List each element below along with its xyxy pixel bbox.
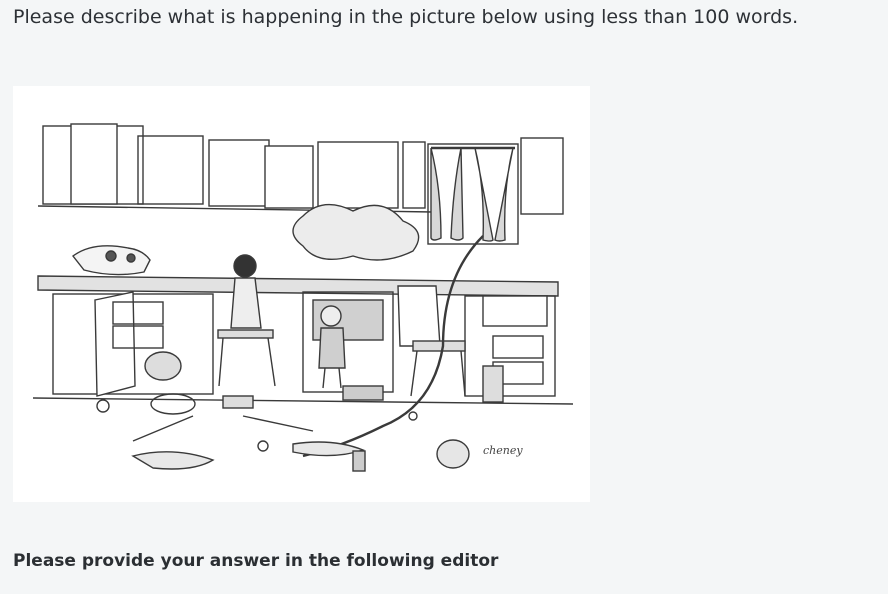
upper-cabinet-right xyxy=(520,137,564,215)
open-cabinet-door xyxy=(94,291,136,397)
answer-editor-label: Please provide your answer in the follow… xyxy=(13,551,499,571)
question-prompt: Please describe what is happening in the… xyxy=(13,6,799,28)
artist-signature: cheney xyxy=(483,444,523,457)
cartoon-image: cheney xyxy=(13,86,590,502)
cartoon-drawing: cheney xyxy=(32,123,574,472)
counter xyxy=(37,275,559,297)
girl xyxy=(233,254,257,278)
chair xyxy=(412,340,466,352)
boy xyxy=(320,305,342,327)
open-drawer xyxy=(482,295,548,327)
flour-cloud xyxy=(292,203,420,261)
